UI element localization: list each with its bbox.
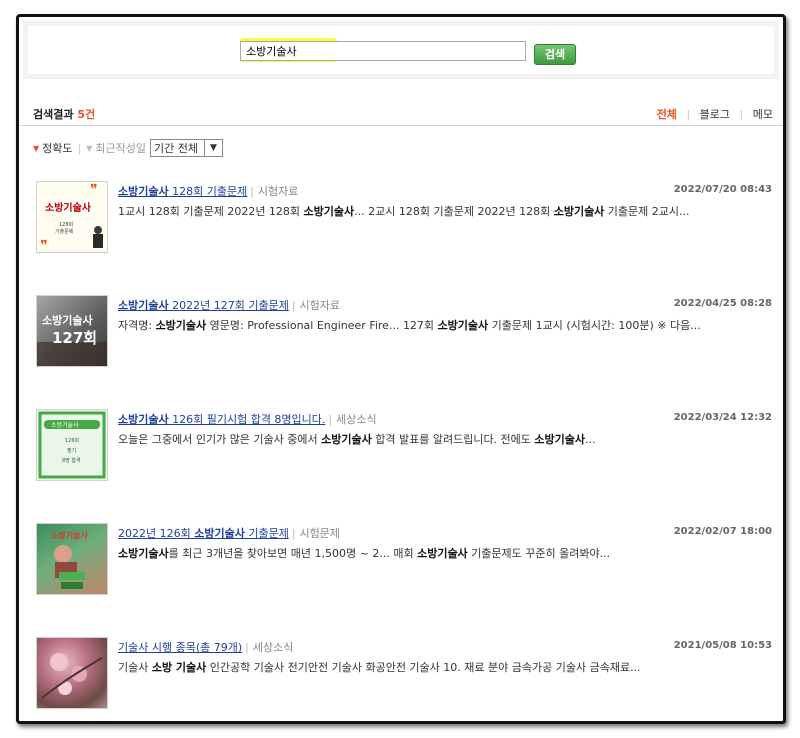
post-date: 2022/02/07 18:00: [673, 526, 772, 537]
svg-text:기출문제: 기출문제: [55, 228, 74, 235]
search-inner: 소방기술사 검색: [28, 26, 774, 74]
post-summary: 오늘은 그중에서 인기가 많은 기술사 중에서 소방기술사 합격 발표를 알려드…: [118, 433, 596, 446]
thumbnail-image: 소방기술사: [51, 530, 88, 589]
sort-row: ▼ 정확도 | ▼ 최근작성일 기간 전체 ▼: [33, 139, 223, 157]
result-header: 검색결과 5건 전체 | 블로그 | 메모: [19, 97, 783, 126]
post-title-link[interactable]: 소방기술사 2022년 127회 기출문제: [118, 299, 289, 312]
post-title-row: 2022년 126회 소방기술사 기출문제 | 시험문제: [118, 527, 341, 540]
post-thumbnail[interactable]: 소방기술사 127회: [36, 295, 108, 367]
filter-all[interactable]: 전체: [657, 108, 677, 121]
divider: |: [739, 108, 744, 121]
post-title-row: 소방기술사 128회 기출문제 | 시험자료: [118, 185, 299, 198]
search-area: 소방기술사 검색: [23, 21, 779, 79]
thumbnail-image: ❞ ❞ 소방기술사 128회 기출문제: [40, 182, 103, 252]
thumbnail-image: [41, 653, 103, 699]
post-summary: 1교시 128회 기출문제 2022년 128회 소방기술사... 2교시 12…: [118, 205, 690, 218]
post-category[interactable]: 시험자료: [300, 299, 340, 312]
period-select[interactable]: 기간 전체 ▼: [150, 139, 223, 157]
post-thumbnail[interactable]: 소방기술사: [36, 523, 108, 595]
filter-memo[interactable]: 메모: [753, 108, 773, 121]
post-date: 2022/03/24 12:32: [673, 412, 772, 423]
filter-blog[interactable]: 블로그: [700, 108, 730, 121]
post-category[interactable]: 시험자료: [258, 185, 298, 198]
thumb-text: 소방기술사: [45, 201, 92, 214]
post-date: 2021/05/08 10:53: [673, 640, 772, 651]
chevron-down-icon: ▼: [204, 140, 222, 156]
sort-down-icon: ▼: [86, 143, 93, 153]
svg-text:127회: 127회: [52, 329, 97, 347]
svg-text:128회: 128회: [59, 221, 73, 228]
post-title-link[interactable]: 소방기술사 126회 필기시험 합격 8명입니다.: [118, 413, 325, 426]
search-button[interactable]: 검색: [534, 44, 576, 65]
post-summary: 기술사 소방 기술사 인간공학 기술사 전기안전 기술사 화공안전 기술사 10…: [118, 661, 641, 674]
post-title-row: 소방기술사 126회 필기시험 합격 8명입니다. | 세상소식: [118, 413, 377, 426]
sort-accuracy[interactable]: 정확도: [42, 140, 72, 156]
sort-down-icon: ▼: [33, 143, 40, 153]
post-date: 2022/07/20 08:43: [673, 184, 772, 195]
post-summary: 자격명: 소방기술사 영문명: Professional Engineer Fi…: [118, 319, 701, 332]
post-category[interactable]: 세상소식: [253, 641, 293, 654]
result-title: 검색결과 5건: [33, 106, 95, 122]
divider: |: [77, 141, 82, 155]
post-date: 2022/04/25 08:28: [673, 298, 772, 309]
svg-text:소방기술사: 소방기술사: [51, 421, 79, 429]
post-title-link[interactable]: 소방기술사 128회 기출문제: [118, 185, 247, 198]
post-category[interactable]: 세상소식: [336, 413, 376, 426]
filter-tabs: 전체 | 블로그 | 메모: [657, 106, 773, 122]
period-select-value: 기간 전체: [154, 142, 198, 155]
result-count: 5건: [77, 108, 96, 121]
post-summary: 소방기술사를 최근 3개년을 찾아보면 매년 1,500명 ~ 2... 매회 …: [118, 547, 611, 560]
post-thumbnail[interactable]: ❞ ❞ 소방기술사 128회 기출문제: [36, 181, 108, 253]
post-title-link[interactable]: 2022년 126회 소방기술사 기출문제: [118, 527, 289, 540]
svg-text:8명 합격: 8명 합격: [62, 457, 81, 464]
blog-search-window: 소방기술사 검색 검색결과 5건 전체 | 블로그 | 메모 ▼ 정확도 | ▼…: [16, 14, 786, 724]
svg-text:소방기술사: 소방기술사: [51, 530, 88, 540]
search-input-value[interactable]: 소방기술사: [246, 43, 297, 59]
svg-text:소방기술사: 소방기술사: [42, 313, 93, 327]
svg-text:❞: ❞: [40, 238, 48, 252]
post-title-link[interactable]: 기술사 시행 종목(총 79개): [118, 641, 242, 654]
post-title-row: 기술사 시행 종목(총 79개) | 세상소식: [118, 641, 294, 654]
svg-text:❞: ❞: [90, 182, 98, 198]
svg-text:필기: 필기: [67, 447, 76, 454]
result-label: 검색결과: [33, 108, 74, 121]
thumbnail-image: 소방기술사 126회 필기 8명 합격: [38, 411, 106, 479]
post-thumbnail[interactable]: [36, 637, 108, 709]
thumbnail-image: 소방기술사 127회: [37, 313, 107, 366]
post-thumbnail[interactable]: 소방기술사 126회 필기 8명 합격: [36, 409, 108, 481]
post-category[interactable]: 시험문제: [300, 527, 340, 540]
sort-recent[interactable]: 최근작성일: [95, 140, 146, 156]
svg-text:126회: 126회: [65, 437, 79, 444]
post-title-row: 소방기술사 2022년 127회 기출문제 | 시험자료: [118, 299, 341, 312]
divider: |: [686, 108, 691, 121]
